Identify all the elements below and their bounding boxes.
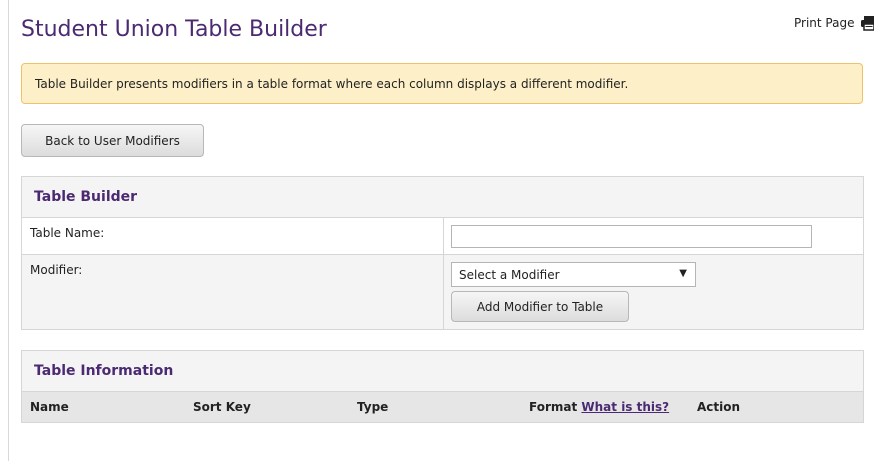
table-information-header: Table Information (22, 351, 863, 392)
modifier-select-value: Select a Modifier (459, 267, 560, 282)
column-format-label: Format (529, 400, 578, 414)
table-builder-header: Table Builder (22, 177, 863, 218)
print-page-label: Print Page (794, 16, 855, 30)
what-is-this-link[interactable]: What is this? (581, 400, 669, 414)
table-name-cell (444, 218, 863, 254)
table-name-input[interactable] (451, 225, 812, 248)
page-left-border (8, 0, 9, 461)
table-information-header-row: Name Sort Key Type Format What is this? … (22, 392, 863, 422)
back-to-user-modifiers-button[interactable]: Back to User Modifiers (21, 124, 204, 157)
dropdown-arrow-icon: ▼ (679, 268, 687, 279)
modifier-row: Modifier: Select a Modifier ▼ Add Modifi… (22, 255, 863, 329)
table-information-panel: Table Information Name Sort Key Type For… (21, 350, 864, 423)
page-title: Student Union Table Builder (21, 17, 327, 42)
table-builder-panel: Table Builder Table Name: Modifier: Sele… (21, 176, 864, 330)
info-notice: Table Builder presents modifiers in a ta… (21, 63, 863, 104)
column-sort-key: Sort Key (185, 392, 349, 422)
modifier-cell: Select a Modifier ▼ Add Modifier to Tabl… (444, 255, 863, 329)
modifier-select[interactable]: Select a Modifier ▼ (451, 262, 696, 287)
print-page-link[interactable]: Print Page (794, 15, 874, 31)
table-information-table: Name Sort Key Type Format What is this? … (22, 392, 863, 422)
add-modifier-to-table-button[interactable]: Add Modifier to Table (451, 291, 629, 322)
table-name-row: Table Name: (22, 218, 863, 255)
table-name-label: Table Name: (22, 218, 444, 254)
modifier-label: Modifier: (22, 255, 444, 329)
notice-text: Table Builder presents modifiers in a ta… (35, 76, 629, 91)
printer-icon[interactable] (860, 15, 874, 31)
column-name: Name (22, 392, 185, 422)
column-format: Format What is this? (521, 392, 689, 422)
column-type: Type (349, 392, 521, 422)
column-action: Action (689, 392, 863, 422)
